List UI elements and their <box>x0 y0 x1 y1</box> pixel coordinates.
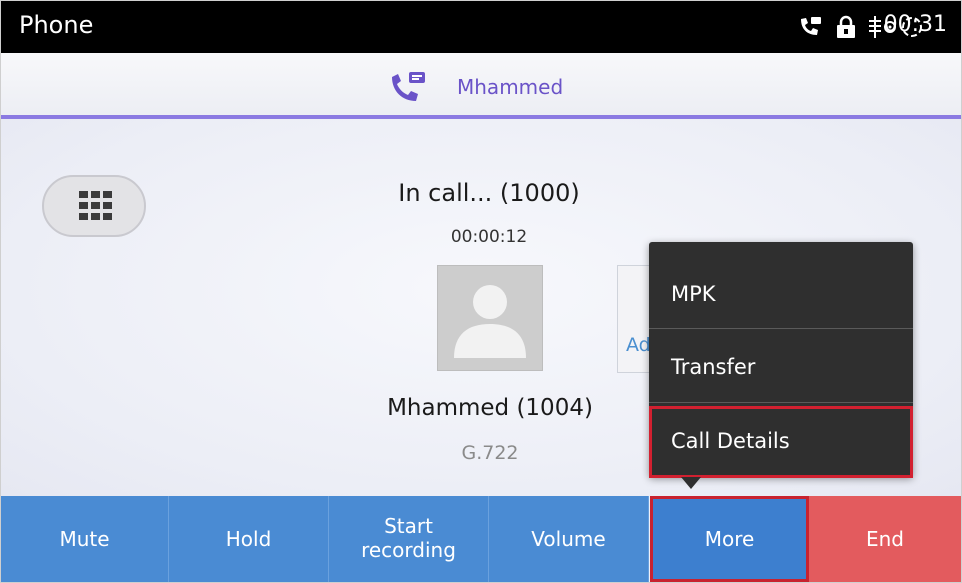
menu-item-mpk[interactable]: MPK <box>649 254 913 332</box>
more-button[interactable]: More <box>650 496 809 582</box>
menu-pointer <box>681 477 701 489</box>
hold-button[interactable]: Hold <box>169 496 329 582</box>
end-call-button[interactable]: End <box>809 496 961 582</box>
volume-button[interactable]: Volume <box>489 496 649 582</box>
menu-item-label: Transfer <box>671 355 756 379</box>
mute-label: Mute <box>59 527 110 551</box>
menu-item-label: Call Details <box>671 429 790 453</box>
menu-divider <box>649 402 913 403</box>
clock: 00:31 <box>883 12 947 37</box>
app-title: Phone <box>19 11 94 39</box>
end-label: End <box>865 527 904 551</box>
start-recording-line1: Start <box>384 514 433 538</box>
menu-item-transfer[interactable]: Transfer <box>649 329 913 407</box>
mute-button[interactable]: Mute <box>1 496 169 582</box>
call-forward-icon <box>797 15 823 43</box>
phone-with-message-icon <box>389 71 429 107</box>
caller-bar: Mhammed <box>1 53 961 119</box>
lock-icon <box>835 15 857 43</box>
contact-avatar <box>437 265 543 371</box>
more-menu: MPK Transfer Call Details <box>649 242 913 478</box>
hold-label: Hold <box>225 527 272 551</box>
more-label: More <box>704 527 755 551</box>
call-status: In call... (1000) <box>398 179 580 207</box>
status-bar: Phone 00:31 <box>1 1 961 53</box>
call-action-bar: Mute Hold Start recording Volume More En… <box>1 496 961 582</box>
caller-name: Mhammed <box>457 75 564 99</box>
phone-screen: Phone 00:31 Mhammed In call... (1000) 00… <box>0 0 962 583</box>
start-recording-label: Start recording <box>329 514 488 562</box>
start-recording-button[interactable]: Start recording <box>329 496 489 582</box>
volume-label: Volume <box>531 527 606 551</box>
start-recording-line2: recording <box>361 538 456 562</box>
person-icon <box>454 285 526 358</box>
menu-item-call-details[interactable]: Call Details <box>649 406 913 478</box>
menu-item-label: MPK <box>671 282 716 306</box>
